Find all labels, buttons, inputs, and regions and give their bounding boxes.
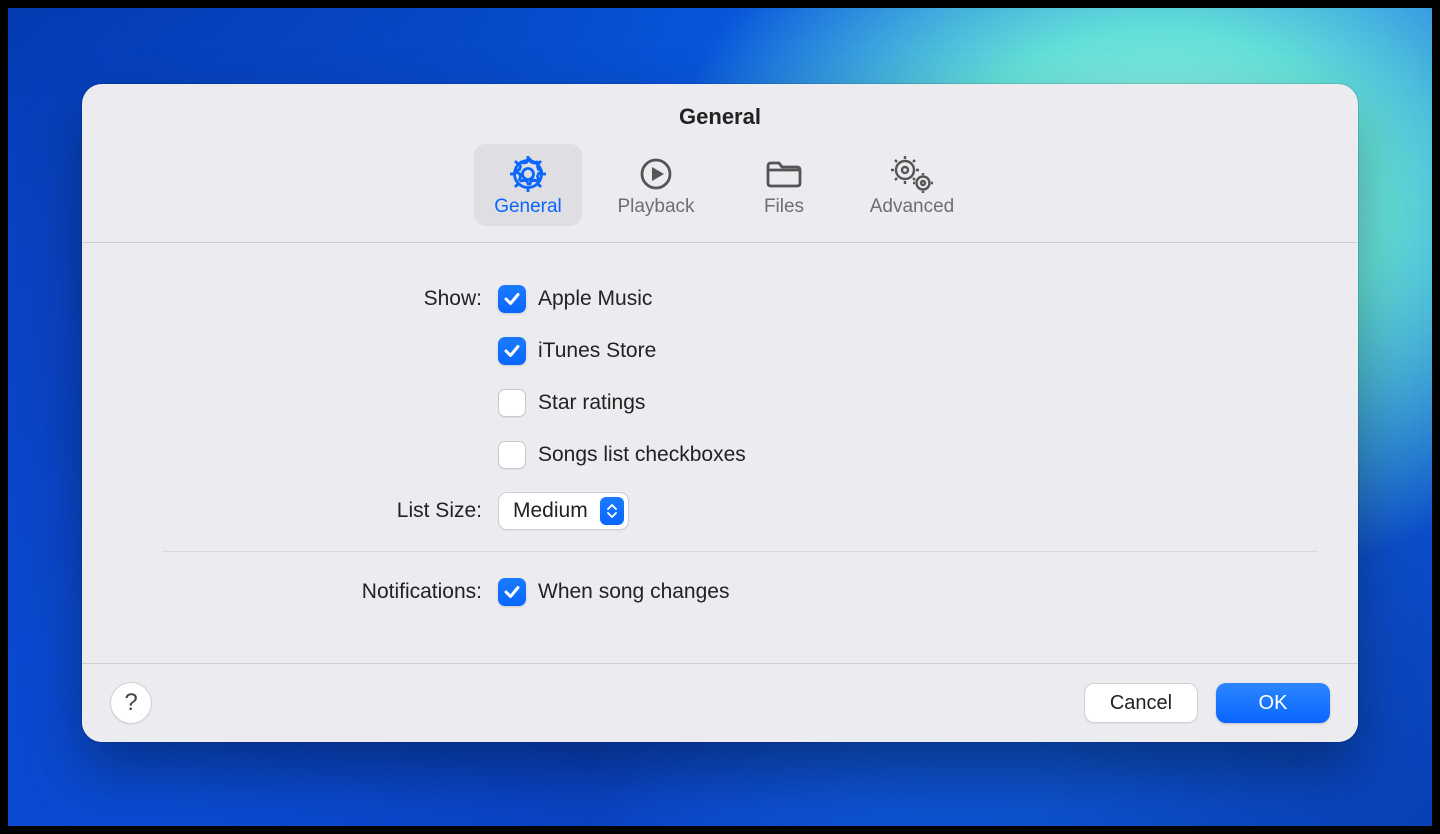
row-show-itunes-store: iTunes Store (122, 325, 1318, 377)
window-title: General (82, 84, 1358, 130)
gear-icon (508, 152, 548, 196)
row-notifications: Notifications: When song changes (122, 566, 1318, 618)
checkbox-label: Songs list checkboxes (538, 443, 746, 467)
preferences-window: General General (82, 84, 1358, 742)
checkbox-label: Apple Music (538, 287, 652, 311)
ok-button[interactable]: OK (1216, 683, 1330, 723)
tab-label: Playback (617, 196, 694, 218)
tab-advanced[interactable]: Advanced (858, 144, 966, 226)
checkbox-itunes-store[interactable] (498, 337, 526, 365)
row-list-size: List Size: Medium (122, 485, 1318, 537)
checkbox-label: When song changes (538, 580, 729, 604)
tab-playback[interactable]: Playback (602, 144, 710, 226)
tab-general[interactable]: General (474, 144, 582, 226)
checkbox-label: iTunes Store (538, 339, 656, 363)
label-show: Show: (122, 287, 482, 311)
preferences-body: Show: Apple Music iTunes Store Star ra (82, 243, 1358, 663)
row-show-songs-checkboxes: Songs list checkboxes (122, 429, 1318, 481)
checkbox-apple-music[interactable] (498, 285, 526, 313)
tab-files[interactable]: Files (730, 144, 838, 226)
checkbox-star-ratings[interactable] (498, 389, 526, 417)
row-show-apple-music: Show: Apple Music (122, 273, 1318, 325)
checkbox-songs-list-checkboxes[interactable] (498, 441, 526, 469)
tab-label: Advanced (870, 196, 955, 218)
section-divider (162, 551, 1318, 552)
tab-label: General (494, 196, 562, 218)
checkbox-when-song-changes[interactable] (498, 578, 526, 606)
folder-icon (762, 152, 806, 196)
preferences-tabs: General Playback Files (82, 130, 1358, 243)
label-list-size: List Size: (122, 499, 482, 523)
checkbox-label: Star ratings (538, 391, 645, 415)
window-footer: ? Cancel OK (82, 663, 1358, 742)
chevron-up-down-icon (600, 497, 624, 525)
row-show-star-ratings: Star ratings (122, 377, 1318, 429)
label-notifications: Notifications: (122, 580, 482, 604)
button-label: OK (1259, 692, 1288, 715)
tab-label: Files (764, 196, 804, 218)
select-list-size[interactable]: Medium (498, 492, 629, 530)
select-value: Medium (513, 499, 588, 523)
gears-icon (888, 152, 936, 196)
question-mark-icon: ? (124, 689, 137, 717)
cancel-button[interactable]: Cancel (1084, 683, 1198, 723)
help-button[interactable]: ? (110, 682, 152, 724)
play-circle-icon (636, 152, 676, 196)
button-label: Cancel (1110, 692, 1172, 715)
